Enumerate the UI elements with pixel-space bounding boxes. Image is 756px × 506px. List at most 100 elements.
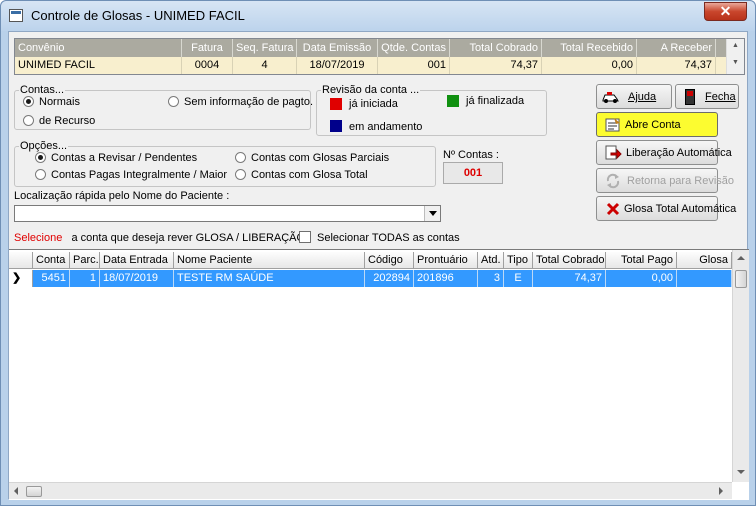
num-contas-label: Nº Contas : bbox=[443, 149, 499, 161]
radio-glosas-parciais[interactable]: Contas com Glosas Parciais bbox=[235, 152, 389, 164]
col-header-total-cobrado[interactable]: Total Cobrado bbox=[533, 252, 606, 269]
retorna-revisao-button[interactable]: Retorna para Revisão bbox=[596, 168, 734, 193]
radio-contas-a-revisar[interactable]: Contas a Revisar / Pendentes bbox=[35, 152, 197, 164]
num-contas-value: 001 bbox=[443, 162, 503, 184]
red-square-icon bbox=[330, 98, 342, 110]
col-header-seq-fatura: Seq. Fatura bbox=[233, 39, 297, 57]
open-document-icon bbox=[605, 118, 620, 132]
scroll-up-arrow-icon[interactable] bbox=[737, 256, 745, 260]
fecha-button[interactable]: Fecha bbox=[675, 84, 739, 109]
scroll-down-arrow-icon[interactable]: ▼ bbox=[727, 59, 744, 66]
contas-legend: Contas... bbox=[20, 84, 65, 96]
radio-sem-informacao[interactable]: Sem informação de pagto. bbox=[168, 96, 313, 108]
legend-ja-iniciada: já iniciada bbox=[349, 98, 398, 110]
col-header-a-receber: A Receber bbox=[637, 39, 716, 57]
accounts-grid: Conta Parc. Data Entrada Nome Paciente C… bbox=[9, 249, 749, 500]
window-title: Controle de Glosas - UNIMED FACIL bbox=[31, 8, 245, 23]
scroll-up-arrow-icon[interactable]: ▲ bbox=[727, 42, 744, 49]
cell-parc: 1 bbox=[70, 270, 100, 287]
scroll-left-arrow-icon[interactable] bbox=[14, 487, 18, 495]
col-header-data-emissao: Data Emissão bbox=[297, 39, 378, 57]
invoice-summary-grid: Convênio Fatura Seq. Fatura Data Emissão… bbox=[14, 38, 745, 75]
title-bar[interactable]: Controle de Glosas - UNIMED FACIL ✕ bbox=[1, 1, 755, 31]
radio-pagas-integralmente[interactable]: Contas Pagas Integralmente / Maior bbox=[35, 169, 227, 181]
patient-search-combo[interactable] bbox=[14, 205, 441, 222]
radio-icon bbox=[235, 169, 246, 180]
col-header-fatura: Fatura bbox=[182, 39, 233, 57]
radio-icon bbox=[168, 96, 179, 107]
vertical-scroll-thumb[interactable] bbox=[735, 270, 747, 288]
car-icon bbox=[602, 92, 619, 103]
summary-scrollbar[interactable]: ▲ ▼ bbox=[726, 39, 744, 74]
navy-square-icon bbox=[330, 120, 342, 132]
revisao-legend: Revisão da conta ... bbox=[322, 84, 420, 96]
col-header-atd[interactable]: Atd. bbox=[478, 252, 504, 269]
radio-normais[interactable]: Normais bbox=[23, 96, 80, 108]
refresh-icon bbox=[606, 173, 620, 189]
radio-icon bbox=[23, 115, 34, 126]
cell-qtde-contas: 001 bbox=[378, 57, 450, 74]
document-arrow-icon bbox=[605, 145, 622, 160]
legend-em-andamento: em andamento bbox=[349, 121, 423, 133]
scroll-down-arrow-icon[interactable] bbox=[737, 470, 745, 474]
vertical-scrollbar[interactable] bbox=[732, 250, 749, 482]
radio-icon bbox=[35, 169, 46, 180]
col-header-codigo[interactable]: Código bbox=[365, 252, 414, 269]
cell-a-receber: 74,37 bbox=[637, 57, 716, 74]
ajuda-button[interactable]: Ajuda bbox=[596, 84, 672, 109]
summary-row[interactable]: UNIMED FACIL 0004 4 18/07/2019 001 74,37… bbox=[15, 57, 727, 74]
cell-convenio: UNIMED FACIL bbox=[15, 57, 182, 74]
cell-codigo: 202894 bbox=[365, 270, 414, 287]
horizontal-scroll-thumb[interactable] bbox=[26, 486, 42, 497]
glosa-total-automatica-button[interactable]: Glosa Total Automática bbox=[596, 196, 736, 221]
cell-fatura: 0004 bbox=[182, 57, 233, 74]
cell-conta: 5451 bbox=[33, 270, 70, 287]
col-header-total-cobrado: Total Cobrado bbox=[450, 39, 542, 57]
instruction-highlight: Selecione bbox=[14, 232, 63, 244]
dropdown-arrow-icon[interactable] bbox=[424, 206, 440, 221]
radio-glosa-total[interactable]: Contas com Glosa Total bbox=[235, 169, 368, 181]
col-header-total-pago[interactable]: Total Pago bbox=[606, 252, 677, 269]
col-header-nome-paciente[interactable]: Nome Paciente bbox=[174, 252, 365, 269]
close-button[interactable]: ✕ bbox=[704, 2, 747, 21]
col-header-parc[interactable]: Parc. bbox=[70, 252, 100, 269]
col-header-tipo[interactable]: Tipo bbox=[504, 252, 533, 269]
horizontal-scrollbar[interactable] bbox=[9, 482, 732, 499]
col-header-glosa[interactable]: Glosa bbox=[677, 252, 732, 269]
current-row-arrow-icon: ❯ bbox=[9, 270, 33, 287]
green-square-icon bbox=[447, 95, 459, 107]
cell-total-recebido: 0,00 bbox=[542, 57, 637, 74]
summary-header: Convênio Fatura Seq. Fatura Data Emissão… bbox=[15, 39, 727, 57]
select-all-label[interactable]: Selecionar TODAS as contas bbox=[317, 232, 460, 244]
col-header-qtde-contas: Qtde. Contas bbox=[378, 39, 450, 57]
scroll-right-arrow-icon[interactable] bbox=[719, 487, 723, 495]
cell-nome-paciente: TESTE RM SAÚDE bbox=[174, 270, 365, 287]
cell-data-entrada: 18/07/2019 bbox=[100, 270, 174, 287]
radio-de-recurso[interactable]: de Recurso bbox=[23, 115, 95, 127]
liberacao-automatica-button[interactable]: Liberação Automática bbox=[596, 140, 732, 165]
abre-conta-button[interactable]: Abre Conta bbox=[596, 112, 718, 137]
cell-seq-fatura: 4 bbox=[233, 57, 297, 74]
col-header-data-entrada[interactable]: Data Entrada bbox=[100, 252, 174, 269]
app-icon bbox=[9, 9, 23, 22]
col-header-prontuario[interactable]: Prontuário bbox=[414, 252, 478, 269]
client-area: Convênio Fatura Seq. Fatura Data Emissão… bbox=[8, 31, 749, 500]
opcoes-legend: Opções... bbox=[20, 140, 68, 152]
radio-icon bbox=[235, 152, 246, 163]
col-header-conta[interactable]: Conta bbox=[33, 252, 70, 269]
cell-total-cobrado: 74,37 bbox=[450, 57, 542, 74]
select-all-checkbox[interactable] bbox=[299, 231, 311, 243]
cell-data-emissao: 18/07/2019 bbox=[297, 57, 378, 74]
door-icon bbox=[685, 89, 695, 105]
cell-prontuario: 201896 bbox=[414, 270, 478, 287]
main-window: Controle de Glosas - UNIMED FACIL ✕ Conv… bbox=[0, 0, 756, 506]
search-label: Localização rápida pelo Nome do Paciente… bbox=[14, 190, 230, 202]
red-x-icon bbox=[606, 202, 620, 216]
cell-glosa bbox=[677, 270, 732, 287]
col-header-total-recebido: Total Recebido bbox=[542, 39, 637, 57]
cell-atd: 3 bbox=[478, 270, 504, 287]
cell-tipo: E bbox=[504, 270, 533, 287]
row-indicator-header bbox=[9, 252, 33, 269]
radio-selected-icon bbox=[35, 152, 46, 163]
col-header-convenio: Convênio bbox=[15, 39, 182, 57]
